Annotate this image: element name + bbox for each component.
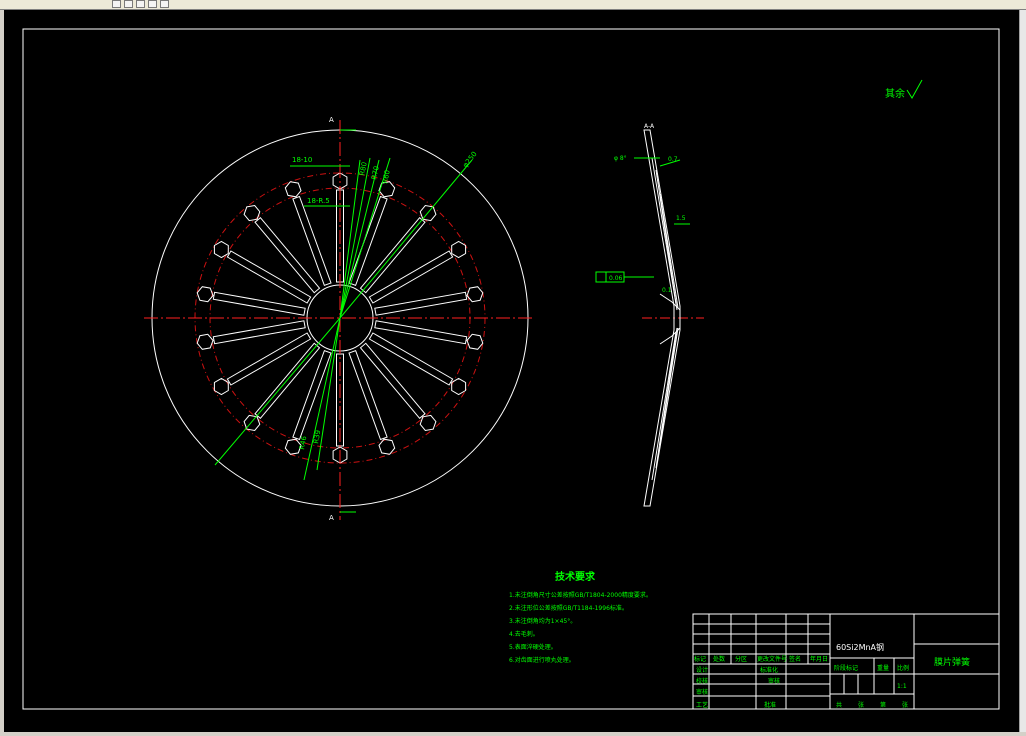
- svg-text:0.7: 0.7: [668, 156, 678, 163]
- print-icon[interactable]: [148, 0, 157, 8]
- svg-text:0.06: 0.06: [609, 275, 623, 282]
- finger-hole: [243, 204, 261, 222]
- svg-text:处数: 处数: [713, 655, 725, 663]
- finger-slot: [359, 342, 426, 420]
- svg-text:R70: R70: [370, 165, 381, 180]
- finger-slot: [292, 349, 332, 441]
- svg-text:标记: 标记: [694, 655, 706, 663]
- finger-hole: [196, 286, 214, 303]
- svg-text:18-R.5: 18-R.5: [307, 197, 330, 205]
- finger-hole: [466, 333, 484, 350]
- finger-slot: [374, 291, 468, 316]
- finger-slot: [368, 250, 454, 304]
- finger-hole: [284, 181, 302, 198]
- roughness-note: 其余: [885, 79, 923, 100]
- dimension-texts: A A 18-10 18-R.5 φ250 R80 R70 R60 R46 R3…: [292, 116, 479, 522]
- svg-text:其余: 其余: [885, 87, 905, 100]
- finger-hole: [196, 333, 214, 350]
- window-toolbar: [0, 0, 1026, 10]
- finger-slot: [226, 250, 312, 304]
- svg-text:共: 共: [836, 701, 842, 709]
- svg-text:更改文件号: 更改文件号: [757, 655, 787, 663]
- svg-text:工艺: 工艺: [696, 701, 708, 709]
- svg-text:标准化: 标准化: [760, 666, 778, 674]
- drawing-canvas[interactable]: 其余 A A 18-10 18-R.5 φ250 R80 R70 R60 R46…: [4, 10, 1019, 732]
- finger-hole: [213, 377, 229, 396]
- save-icon[interactable]: [136, 0, 145, 8]
- svg-text:审核: 审核: [768, 677, 780, 685]
- svg-text:审核: 审核: [696, 688, 708, 696]
- svg-text:设计: 设计: [696, 666, 708, 674]
- finger-slot: [212, 320, 306, 345]
- vertical-scrollbar[interactable]: [1019, 10, 1026, 732]
- svg-text:φ250: φ250: [461, 150, 478, 169]
- svg-text:分区: 分区: [735, 655, 747, 663]
- svg-text:6.对齿面进行喷丸处理。: 6.对齿面进行喷丸处理。: [509, 656, 575, 664]
- finger-slot: [348, 349, 388, 441]
- finger-slot: [374, 320, 468, 345]
- finger-hole: [378, 438, 396, 455]
- svg-text:校核: 校核: [696, 677, 708, 685]
- svg-text:张: 张: [858, 701, 864, 709]
- tech-requirements: 技术要求 1.未注倒角尺寸公差按照GB/T1804-2000精度要求。 2.未注…: [509, 570, 652, 664]
- svg-text:φ 8°: φ 8°: [614, 155, 627, 162]
- svg-text:比例: 比例: [897, 664, 909, 672]
- finger-slot: [292, 195, 332, 287]
- front-view: A A 18-10 18-R.5 φ250 R80 R70 R60 R46 R3…: [144, 116, 534, 522]
- svg-text:阶段标记: 阶段标记: [834, 664, 858, 672]
- svg-text:1.未注倒角尺寸公差按照GB/T1804-2000精度要求。: 1.未注倒角尺寸公差按照GB/T1804-2000精度要求。: [509, 591, 652, 599]
- close-icon[interactable]: [160, 0, 169, 8]
- svg-text:3.未注倒角均为1×45°。: 3.未注倒角均为1×45°。: [509, 617, 576, 625]
- svg-text:张: 张: [902, 701, 908, 709]
- svg-text:18-10: 18-10: [292, 156, 312, 164]
- finger-hole: [466, 286, 484, 303]
- svg-text:膜片弹簧: 膜片弹簧: [934, 656, 970, 668]
- title-block: 标记 处数 分区 更改文件号 签名 年月日 设计 标准化 校核 审核 工艺 审核…: [692, 613, 1000, 710]
- cad-drawing[interactable]: 其余 A A 18-10 18-R.5 φ250 R80 R70 R60 R46…: [4, 10, 1019, 732]
- open-icon[interactable]: [124, 0, 133, 8]
- svg-text:A: A: [329, 116, 334, 124]
- status-strip: [0, 732, 1026, 736]
- svg-text:1:1: 1:1: [897, 683, 907, 690]
- svg-text:1.5: 1.5: [676, 215, 686, 222]
- svg-text:技术要求: 技术要求: [555, 570, 596, 583]
- svg-text:年月日: 年月日: [810, 655, 828, 663]
- finger-hole: [451, 240, 467, 259]
- finger-slot: [226, 332, 312, 386]
- svg-text:60Si2MnA钢: 60Si2MnA钢: [836, 642, 884, 652]
- finger-slot: [368, 332, 454, 386]
- finger-slot: [212, 291, 306, 316]
- svg-text:4.去毛刺。: 4.去毛刺。: [509, 630, 539, 638]
- finger-hole: [419, 414, 437, 432]
- svg-text:2.未注形位公差按照GB/T1184-1996标准。: 2.未注形位公差按照GB/T1184-1996标准。: [509, 604, 628, 612]
- new-icon[interactable]: [112, 0, 121, 8]
- svg-text:A-A: A-A: [644, 123, 655, 130]
- svg-text:R46: R46: [298, 435, 308, 450]
- svg-text:批准: 批准: [764, 701, 776, 709]
- svg-text:5.表面淬硬处理。: 5.表面淬硬处理。: [509, 643, 557, 651]
- finger-slot: [254, 216, 321, 294]
- finger-hole: [213, 240, 229, 259]
- svg-text:签名: 签名: [789, 655, 801, 663]
- finger-hole: [451, 377, 467, 396]
- svg-text:0.1: 0.1: [662, 287, 672, 294]
- side-view: A-A φ 8° 0.7 1.5 0.1 0.06: [595, 123, 704, 507]
- svg-text:第: 第: [880, 701, 886, 709]
- svg-text:A: A: [329, 514, 334, 522]
- svg-text:重量: 重量: [877, 664, 889, 672]
